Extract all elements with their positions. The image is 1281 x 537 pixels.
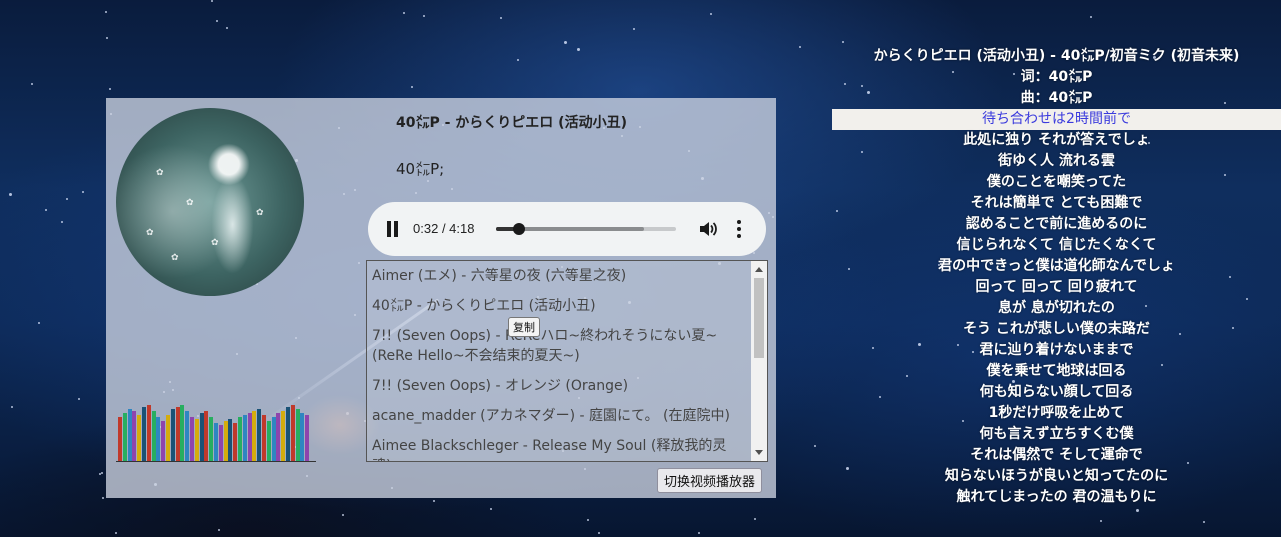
audio-player: 0:32 / 4:18 — [368, 202, 766, 256]
volume-icon[interactable] — [698, 219, 718, 239]
time-display: 0:32 / 4:18 — [413, 221, 475, 236]
visualizer-bar — [252, 411, 257, 461]
visualizer-bar — [209, 417, 214, 461]
lyric-line: 1秒だけ呼吸を止めて — [988, 405, 1125, 421]
scrollbar-thumb[interactable] — [754, 278, 764, 358]
visualizer-bar — [194, 419, 199, 461]
visualizer-bar — [247, 413, 252, 461]
playlist-item[interactable]: 7!! (Seven Oops) - ReReハロ~終われそうにない夏~ (Re… — [367, 321, 767, 371]
duration: 4:18 — [449, 221, 475, 236]
audio-visualizer — [116, 398, 316, 462]
scroll-up-arrow-icon[interactable] — [755, 267, 763, 272]
lyric-line: 息が 息が切れたの — [998, 300, 1115, 316]
music-player-panel: ✿ ✿ ✿ ✿ ✿ ✿ 40㍍P - からくりピエロ (活动小丑) 40㍍P; … — [106, 98, 776, 498]
playlist-item[interactable]: 40㍍P - からくりピエロ (活动小丑) — [367, 291, 767, 321]
lyrics-panel: からくりピエロ (活动小丑) - 40㍍P/初音ミク (初音未来) 词：40㍍P 曲… — [832, 46, 1281, 508]
visualizer-bar — [262, 415, 266, 461]
playlist-item[interactable]: Aimer (エメ) - 六等星の夜 (六等星之夜) — [367, 261, 767, 291]
visualizer-bar — [156, 417, 161, 461]
visualizer-bar — [137, 415, 142, 461]
visualizer-bar — [233, 423, 238, 461]
more-options-icon[interactable] — [736, 220, 742, 238]
visualizer-bar — [170, 409, 175, 461]
current-time: 0:32 — [413, 221, 439, 236]
visualizer-bar — [142, 407, 146, 461]
pause-icon[interactable] — [386, 221, 400, 237]
visualizer-bar — [228, 419, 233, 461]
visualizer-bar — [305, 415, 310, 461]
lyric-line: 何も知らない顔して回る — [979, 384, 1134, 400]
visualizer-bar — [238, 417, 242, 461]
visualizer-bar — [276, 413, 281, 461]
lyric-line: 君に辿り着けないままで — [979, 342, 1134, 358]
lyric-line: 僕を乗せて地球は回る — [986, 363, 1127, 379]
album-cover[interactable]: ✿ ✿ ✿ ✿ ✿ ✿ — [116, 108, 304, 296]
visualizer-bar — [180, 405, 185, 461]
lyric-line: 認めることで前に進めるのに — [965, 216, 1148, 232]
seek-thumb[interactable] — [513, 223, 526, 235]
visualizer-bar — [300, 413, 305, 461]
visualizer-bar — [266, 421, 271, 461]
playlist-item[interactable]: 7!! (Seven Oops) - オレンジ (Orange) — [367, 371, 767, 401]
playlist-scrollbar[interactable] — [751, 261, 767, 461]
lyric-line: 触れてしまったの 君の温もりに — [956, 489, 1157, 505]
lyric-line: 知らないほうが良いと知ってたのに — [944, 468, 1169, 484]
lyric-line: からくりピエロ (活动小丑) - 40㍍P/初音ミク (初音未来) — [873, 48, 1240, 64]
copy-tooltip[interactable]: 复制 — [508, 317, 540, 337]
visualizer-bar — [242, 415, 247, 461]
visualizer-bar — [204, 411, 209, 461]
lyric-line: 曲：40㍍P — [1020, 90, 1093, 106]
artist-name: 40㍍P; — [396, 160, 445, 178]
lyric-line: 信じられなくて 信じたくなくて — [956, 237, 1157, 253]
song-title: 40㍍P - からくりピエロ (活动小丑) — [396, 115, 627, 131]
visualizer-bar — [281, 411, 286, 461]
lyric-line: 词：40㍍P — [1020, 69, 1093, 85]
playlist[interactable]: Aimer (エメ) - 六等星の夜 (六等星之夜) 40㍍P - からくりピエロ… — [366, 260, 768, 462]
visualizer-bar — [166, 415, 170, 461]
lyric-line: 君の中できっと僕は道化師なんでしょ — [938, 258, 1175, 274]
visualizer-bar — [127, 409, 132, 461]
visualizer-bar — [199, 413, 204, 461]
visualizer-bar — [118, 417, 122, 461]
visualizer-bar — [286, 407, 290, 461]
visualizer-bar — [271, 417, 276, 461]
seek-bar[interactable] — [496, 223, 676, 235]
visualizer-bar — [161, 421, 166, 461]
visualizer-bar — [175, 407, 180, 461]
visualizer-bar — [190, 417, 194, 461]
lyric-line: 此処に独り それが答えでしょ — [963, 132, 1150, 148]
visualizer-bar — [214, 423, 218, 461]
visualizer-bar — [132, 411, 137, 461]
playlist-item[interactable]: Aimee Blackschleger - Release My Soul (释… — [367, 431, 767, 461]
visualizer-bar — [257, 409, 262, 461]
lyric-line-active: 待ち合わせは2時間前で — [832, 109, 1281, 130]
lyric-line: 街ゆく人 流れる雲 — [998, 153, 1115, 169]
visualizer-bar — [185, 411, 190, 461]
lyric-line: 何も言えず立ちすくむ僕 — [979, 426, 1134, 442]
visualizer-bar — [218, 425, 223, 461]
lyric-line: それは偶然で そして運命で — [970, 447, 1143, 463]
playlist-item[interactable]: acane_madder (アカネマダー) - 庭園にて。 (在庭院中) — [367, 401, 767, 431]
visualizer-bar — [295, 409, 300, 461]
visualizer-bar — [151, 411, 156, 461]
lyric-line: そう これが悲しい僕の末路だ — [963, 321, 1150, 337]
visualizer-bar — [146, 405, 151, 461]
switch-video-player-button[interactable]: 切换视频播放器 — [657, 468, 763, 493]
lyric-line: 僕のことを嘲笑ってた — [986, 174, 1127, 190]
visualizer-bar — [223, 421, 228, 461]
visualizer-bar — [290, 405, 295, 461]
scroll-down-arrow-icon[interactable] — [755, 450, 763, 455]
visualizer-bar — [122, 413, 127, 461]
lyric-line: 回って 回って 回り疲れて — [975, 279, 1138, 295]
lyric-line: それは簡単で とても困難で — [970, 195, 1143, 211]
